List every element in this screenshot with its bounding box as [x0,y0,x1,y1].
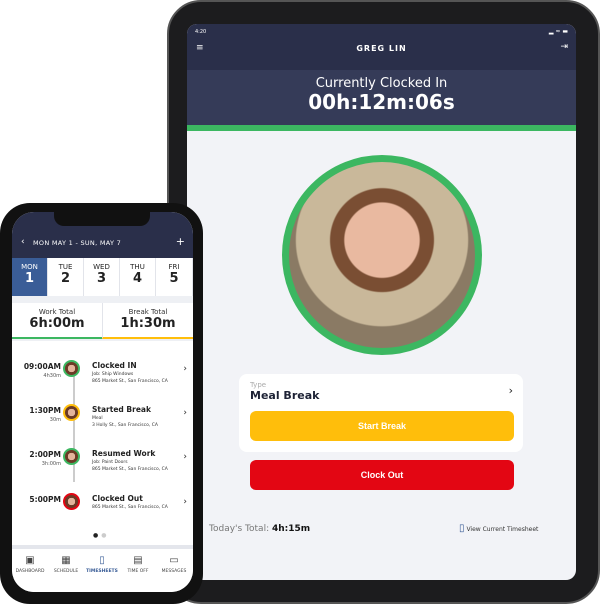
tab-timesheets[interactable]: ▯ TIMESHEETS [84,555,120,574]
timeline-entry[interactable]: 09:00AM 4h30m Clocked IN Job: Ship Windows 8… [12,356,193,400]
day-number: 4 [132,271,143,286]
user-photo [282,155,482,355]
title: Clocked Out [92,494,143,503]
day-wed[interactable]: WED 3 [84,258,120,296]
chevron-right-icon[interactable]: › [509,384,513,397]
header-title: GREG LIN [356,44,407,53]
timeline-entry[interactable]: 5:00PM Clocked Out 865 Market St., San Fra… [12,489,193,533]
chevron-left-icon[interactable]: ‹ [21,237,25,247]
view-timesheet-link[interactable]: ▯ View Current Timesheet [459,523,538,534]
view-timesheet-label: View Current Timesheet [466,526,539,533]
break-type-card: Type Meal Break › Start Break [239,374,523,452]
break-total-value: 1h:30m [120,316,176,331]
day-fri[interactable]: FRI 5 [156,258,193,296]
avatar [63,404,80,421]
dur: 4h30m [43,373,61,379]
type-label: Type [250,381,267,389]
notch [54,212,150,226]
timeline-entry[interactable]: 2:00PM 3h:00m Resumed Work Job: Paint Doors… [12,444,193,488]
bottom-tab-bar: ▣ DASHBOARD ▦ SCHEDULE ▯ TIMESHEETS ▤ TIME O… [12,545,193,592]
label: TIMESHEETS [86,569,118,574]
tablet-screen: 4:20 ▂ ≈ ▬ ≡ GREG LIN ⇥ Currently Clocke… [187,24,576,580]
todays-total-label: Today's Total: [209,524,270,534]
sub2: 865 Market St., San Francisco, CA [92,467,168,472]
todays-total-value: 4h:15m [271,524,311,534]
day-label: MON [21,263,38,271]
status-time: 4:20 [195,29,207,35]
dur: 30m [49,417,61,423]
day-number: 5 [169,271,179,286]
status-icons: ▂ ≈ ▬ [548,28,568,35]
sub1: Job: Ship Windows [92,372,134,377]
time: 5:00PM [29,495,61,504]
start-break-button[interactable]: Start Break [250,411,514,441]
day-mon[interactable]: MON 1 [12,258,48,296]
break-total: Break Total 1h:30m [102,303,193,339]
tab-messages[interactable]: ▭ MESSAGES [156,555,192,574]
page-indicator[interactable]: ●● [93,532,110,539]
calendar-clock-icon: ▦ [61,555,71,566]
title: Clocked IN [92,361,137,370]
add-icon[interactable]: + [176,235,185,248]
timeline-entry[interactable]: 1:30PM 30m Started Break Meal 3 Holly St., S… [12,400,193,444]
day-number: 3 [96,271,107,286]
time: 1:30PM [29,406,61,415]
day-tue[interactable]: TUE 2 [48,258,84,296]
chevron-right-icon[interactable]: › [183,364,187,374]
tab-dashboard[interactable]: ▣ DASHBOARD [12,555,48,574]
label: TIME OFF [127,569,149,574]
sub2: 3 Holly St., San Francisco, CA [92,423,158,428]
label: DASHBOARD [15,569,45,574]
clock-out-button[interactable]: Clock Out [250,460,514,490]
sub2: 865 Market St., San Francisco, CA [92,379,168,384]
work-total: Work Total 6h:00m [12,303,102,339]
day-number: 1 [24,271,35,286]
date-range: MON MAY 1 - SUN, MAY 7 [33,239,122,247]
day-label: TUE [58,263,73,271]
sub1: Meal [92,416,103,421]
clock-status: Currently Clocked In 00h:12m:06s [187,70,576,125]
day-label: FRI [168,263,180,271]
tablet-header: 4:20 ▂ ≈ ▬ ≡ GREG LIN ⇥ [187,24,576,70]
day-thu[interactable]: THU 4 [120,258,156,296]
time: 2:00PM [29,450,61,459]
sub1: Job: Paint Doors [92,460,128,465]
clock-timer: 00h:12m:06s [308,90,455,114]
chevron-right-icon[interactable]: › [183,497,187,507]
sub1: 865 Market St., San Francisco, CA [92,505,168,510]
chevron-right-icon[interactable]: › [183,408,187,418]
day-number: 2 [60,271,71,286]
type-value[interactable]: Meal Break [250,389,319,402]
day-label: WED [93,263,110,271]
day-label: THU [130,263,145,271]
logout-icon[interactable]: ⇥ [560,42,568,52]
label: MESSAGES [161,569,187,574]
avatar [63,493,80,510]
title: Started Break [92,405,151,414]
chat-icon: ▭ [169,555,179,566]
chevron-right-icon[interactable]: › [183,452,187,462]
break-total-label: Break Total [128,308,168,316]
dur: 3h:00m [41,461,61,467]
time: 09:00AM [23,362,61,371]
avatar [63,448,80,465]
phone-screen: ‹ MON MAY 1 - SUN, MAY 7 + MON 1 TUE 2 WED… [12,212,193,592]
status-bar-green [187,125,576,131]
todays-total: Today's Total: 4h:15m [209,524,310,534]
label: SCHEDULE [53,569,79,574]
work-total-value: 6h:00m [29,316,85,331]
tab-schedule[interactable]: ▦ SCHEDULE [48,555,84,574]
title: Resumed Work [92,449,156,458]
clock-label: Currently Clocked In [315,76,448,91]
tab-time-off[interactable]: ▤ TIME OFF [120,555,156,574]
document-icon: ▯ [459,523,465,534]
calendar-icon: ▤ [133,555,143,566]
work-total-label: Work Total [38,308,76,316]
timesheet-icon: ▯ [99,555,105,566]
avatar [63,360,80,377]
dashboard-icon: ▣ [25,555,35,566]
